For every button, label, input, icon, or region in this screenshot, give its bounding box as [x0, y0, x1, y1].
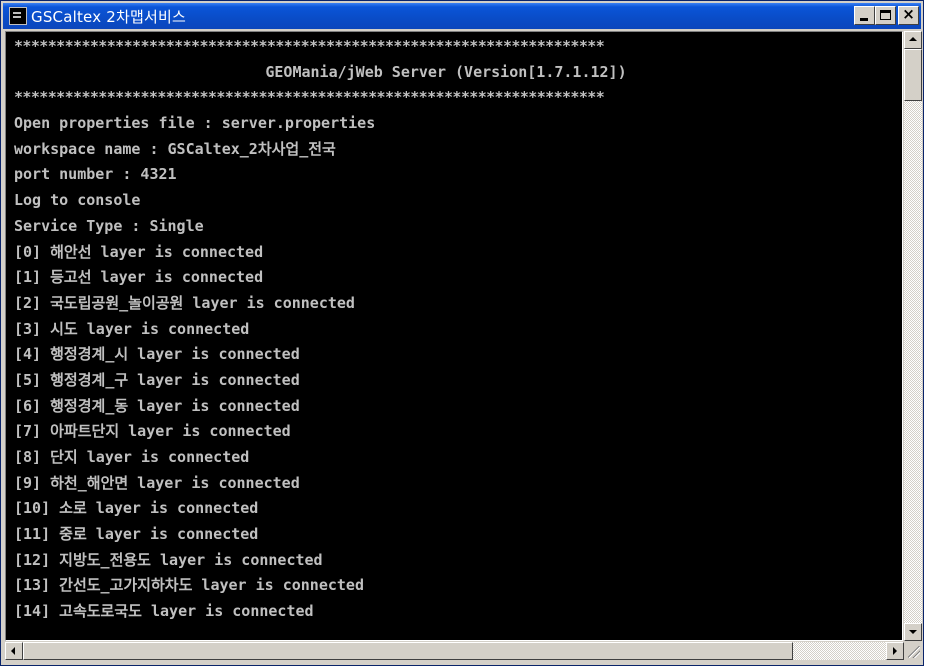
arrow-right-icon	[893, 647, 897, 655]
window-title: GSCaltex 2차맵서비스	[31, 7, 187, 26]
console-line: [2] 국도립공원_놀이공원 layer is connected	[14, 293, 355, 312]
arrow-left-icon	[11, 647, 15, 655]
console-line: [8] 단지 layer is connected	[14, 448, 250, 466]
console-line: port number : 4321	[14, 165, 177, 184]
close-icon: ×	[902, 5, 915, 23]
maximize-button[interactable]	[875, 6, 896, 25]
arrow-down-icon	[909, 630, 917, 634]
close-button[interactable]: ×	[898, 5, 919, 25]
console-line: [12] 지방도_전용도 layer is connected	[14, 550, 323, 569]
console-window: GSCaltex 2차맵서비스 × **********************…	[0, 0, 924, 666]
console-line: [7] 아파트단지 layer is connected	[14, 422, 291, 441]
console-line: [6] 행정경계_동 layer is connected	[14, 396, 300, 415]
horizontal-scroll-thumb[interactable]	[23, 642, 793, 660]
console-app-icon[interactable]	[9, 7, 27, 25]
console-line: [1] 등고선 layer is connected	[14, 268, 264, 287]
console-line: Open properties file : server.properties	[14, 114, 376, 133]
scroll-up-button[interactable]	[904, 31, 922, 49]
maximize-icon	[880, 10, 891, 20]
minimize-button[interactable]	[854, 6, 875, 25]
console-line: [0] 해안선 layer is connected	[14, 242, 264, 261]
console-line: [14] 고속도로국도 layer is connected	[14, 602, 314, 621]
arrow-up-icon	[909, 37, 917, 41]
console-line: Service Type : Single	[14, 216, 204, 235]
console-line: Log to console	[14, 191, 141, 210]
window-controls: ×	[854, 5, 919, 25]
console-separator-top: ****************************************…	[14, 37, 605, 55]
console-line: [3] 시도 layer is connected	[14, 319, 250, 338]
console-line: [11] 중로 layer is connected	[14, 525, 259, 544]
console-line: [13] 간선도_고가지하차도 layer is connected	[14, 576, 364, 595]
console-line: [5] 행정경계_구 layer is connected	[14, 370, 300, 389]
console-output[interactable]: ****************************************…	[5, 31, 903, 641]
resize-grip-icon[interactable]	[904, 642, 922, 660]
scroll-left-button[interactable]	[5, 642, 23, 660]
console-separator-bottom: ****************************************…	[14, 88, 605, 107]
vertical-scroll-thumb[interactable]	[904, 49, 922, 101]
console-line: [4] 행정경계_시 layer is connected	[14, 345, 300, 364]
vertical-scrollbar[interactable]	[904, 31, 922, 641]
console-line: workspace name : GSCaltex_2차사업_전국	[14, 139, 336, 158]
console-line: [10] 소로 layer is connected	[14, 499, 259, 518]
console-text-area: ****************************************…	[6, 32, 902, 625]
minimize-icon	[860, 18, 868, 21]
title-bar[interactable]: GSCaltex 2차맵서비스 ×	[3, 3, 921, 29]
scroll-right-button[interactable]	[886, 642, 904, 660]
scroll-down-button[interactable]	[904, 623, 922, 641]
horizontal-scrollbar[interactable]	[5, 642, 904, 660]
console-header: GEOMania/jWeb Server (Version[1.7.1.12])	[265, 62, 627, 81]
console-line: [9] 하천_해안면 layer is connected	[14, 473, 300, 492]
